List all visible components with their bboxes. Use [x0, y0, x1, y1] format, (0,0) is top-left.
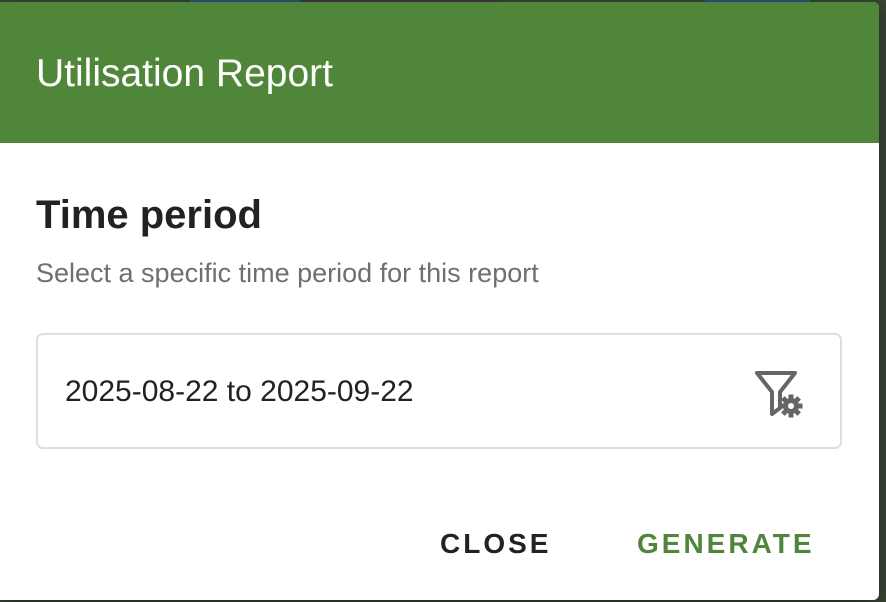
generate-button[interactable]: GENERATE [629, 522, 823, 566]
section-title: Time period [36, 193, 262, 237]
dialog-header: Utilisation Report [0, 2, 879, 143]
filter-settings-icon[interactable] [753, 368, 807, 420]
close-button[interactable]: CLOSE [432, 522, 559, 566]
dialog-title: Utilisation Report [36, 52, 333, 95]
dialog-actions: CLOSE GENERATE [0, 502, 879, 592]
date-range-field[interactable]: 2025-08-22 to 2025-09-22 [36, 333, 842, 449]
utilisation-report-dialog: Utilisation Report Time period Select a … [0, 2, 879, 600]
section-subtitle: Select a specific time period for this r… [36, 258, 539, 288]
date-range-value: 2025-08-22 to 2025-09-22 [65, 375, 414, 408]
